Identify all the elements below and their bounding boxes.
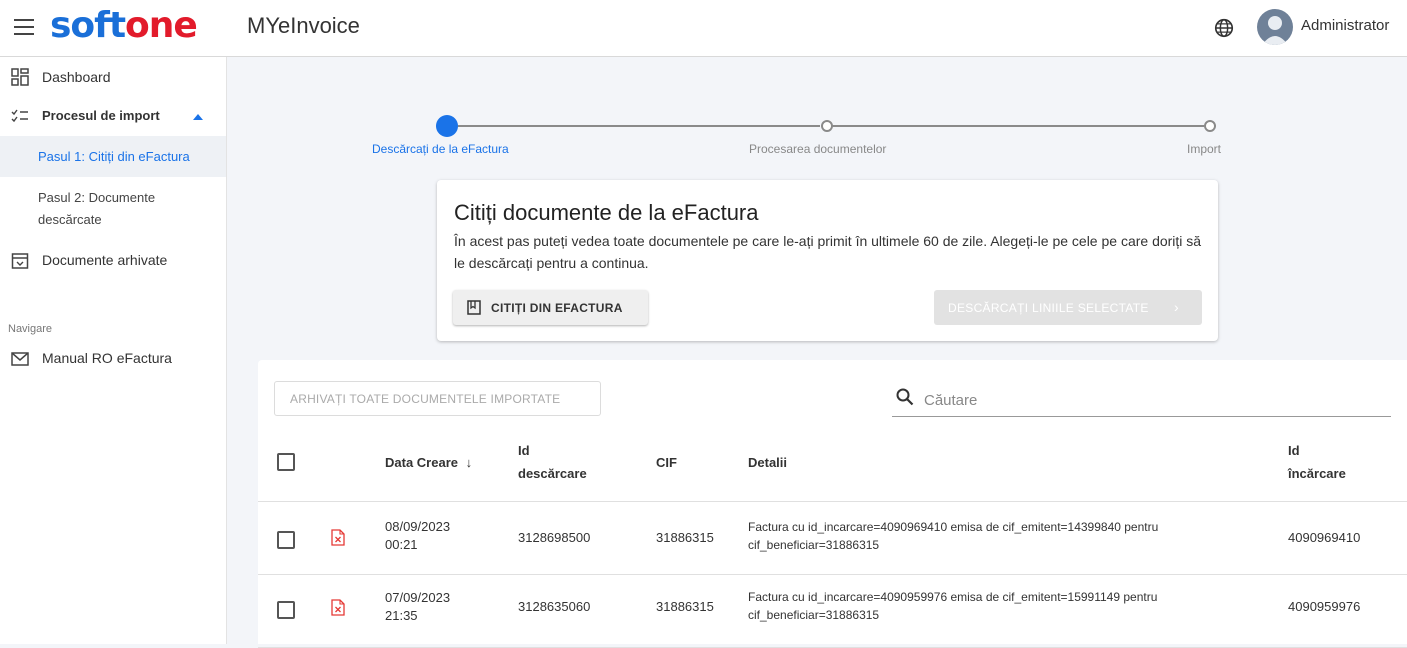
sidebar-item-manual[interactable]: Manual RO eFactura [0,345,226,375]
search-icon [896,388,914,406]
documents-panel: ARHIVAȚI TOATE DOCUMENTELE IMPORTATE Dat… [258,360,1407,648]
sidebar-item-label: Documente arhivate [42,252,168,268]
card-description: În acest pas puteți vedea toate document… [454,233,1202,271]
row-checkbox[interactable] [277,601,295,619]
cell-date-time: 00:21 [385,537,418,552]
step-active-dot[interactable] [436,115,458,137]
bookmark-icon [467,300,481,315]
column-header-label: Id [1288,443,1300,458]
archive-icon [11,253,29,269]
stepper-connector [832,125,1204,127]
cell-upload-id: 4090969410 [1288,530,1361,545]
column-header-label: încărcare [1288,466,1346,481]
cell-details-line2: cif_beneficiar=31886315 [748,608,880,622]
sidebar-item-label: Manual RO eFactura [42,350,172,366]
sidebar-item-label: Pasul 1: Citiți din eFactura [38,149,190,164]
column-header-cif[interactable]: CIF [656,455,677,470]
read-efactura-button[interactable]: CITIȚI DIN EFACTURA [453,290,648,325]
logo-part-1: soft [50,5,126,46]
sidebar-item-archived[interactable]: Documente arhivate [0,247,226,277]
logo-part-2: one [125,5,198,46]
chevron-up-icon[interactable] [193,114,203,120]
sidebar-item-step2[interactable]: Pasul 2: Documente descărcate [0,185,226,231]
cell-details: Factura cu id_incarcare=4090959976 emisa… [748,588,1157,624]
dashboard-icon [11,68,29,86]
cell-download-id: 3128635060 [518,599,591,614]
nav-section-title: Navigare [8,323,53,335]
table-row[interactable]: 07/09/2023 21:35 3128635060 31886315 Fac… [258,575,1407,648]
download-selected-label: DESCĂRCAȚI LINIILE SELECTATE [948,301,1149,315]
chevron-right-icon: › [1174,299,1179,315]
table-row[interactable]: 08/09/2023 00:21 3128698500 31886315 Fac… [258,502,1407,575]
sidebar-item-import-process[interactable]: Procesul de import [0,102,226,132]
checklist-icon [11,109,28,123]
read-efactura-label: CITIȚI DIN EFACTURA [491,301,623,315]
row-checkbox[interactable] [277,531,295,549]
cell-details-line2: cif_beneficiar=31886315 [748,538,880,552]
step-label-import[interactable]: Import [1187,142,1221,156]
pdf-error-icon[interactable] [331,529,345,546]
cell-cif: 31886315 [656,599,714,614]
download-selected-button[interactable]: DESCĂRCAȚI LINIILE SELECTATE › [934,290,1202,325]
sidebar: Dashboard Procesul de import Pasul 1: Ci… [0,57,227,644]
sidebar-item-label-line1: Pasul 2: Documente [38,190,156,205]
cell-date-time: 21:35 [385,608,418,623]
sidebar-item-step1[interactable]: Pasul 1: Citiți din eFactura [0,136,226,177]
search-field[interactable] [892,386,1391,417]
column-header-download-id[interactable]: Id descărcare [518,443,587,481]
cell-cif: 31886315 [656,530,714,545]
cell-date-day: 08/09/2023 [385,519,451,534]
avatar-icon[interactable] [1257,9,1293,45]
column-header-upload-id[interactable]: Id încărcare [1288,443,1346,481]
archive-all-button[interactable]: ARHIVAȚI TOATE DOCUMENTELE IMPORTATE [274,381,601,416]
column-header-date-label: Data Creare [385,455,458,470]
cell-details-line1: Factura cu id_incarcare=4090969410 emisa… [748,520,1159,534]
cell-details: Factura cu id_incarcare=4090969410 emisa… [748,518,1158,554]
cell-date: 07/09/2023 21:35 [385,589,450,625]
cell-download-id: 3128698500 [518,530,591,545]
sidebar-item-label: Procesul de import [42,108,160,123]
cell-date: 08/09/2023 00:21 [385,518,450,554]
mail-icon [11,352,29,366]
user-name[interactable]: Administrator [1301,17,1389,34]
cell-details-line1: Factura cu id_incarcare=4090959976 emisa… [748,590,1158,604]
archive-all-label: ARHIVAȚI TOATE DOCUMENTELE IMPORTATE [290,392,561,406]
sidebar-item-label-line2: descărcate [38,212,102,227]
softone-logo[interactable]: softone [50,5,198,46]
sidebar-item-dashboard[interactable]: Dashboard [0,65,226,95]
column-header-details[interactable]: Detalii [748,455,787,470]
menu-icon[interactable] [14,19,34,37]
cell-upload-id: 4090959976 [1288,599,1361,614]
step-label-processing[interactable]: Procesarea documentelor [749,142,886,156]
step-dot[interactable] [821,120,833,132]
step-dot[interactable] [1204,120,1216,132]
search-input[interactable] [922,388,1386,412]
column-header-label: Id [518,443,530,458]
sidebar-item-label: Dashboard [42,69,111,85]
column-header-date[interactable]: Data Creare ↓ [385,455,472,470]
app-name: MYeInvoice [247,13,360,38]
import-stepper: Descărcați de la eFactura Procesarea doc… [370,113,1230,163]
globe-icon[interactable] [1213,17,1235,39]
column-header-label: descărcare [518,466,587,481]
cell-date-day: 07/09/2023 [385,590,451,605]
info-card: Citiți documente de la eFactura În acest… [437,180,1218,341]
card-title: Citiți documente de la eFactura [454,200,759,225]
arrow-down-icon: ↓ [465,455,473,470]
select-all-checkbox[interactable] [277,453,295,471]
pdf-error-icon[interactable] [331,599,345,616]
stepper-connector [458,125,820,127]
step-label-download[interactable]: Descărcați de la eFactura [372,142,509,156]
top-bar: softone MYeInvoice Administrator [0,0,1407,57]
